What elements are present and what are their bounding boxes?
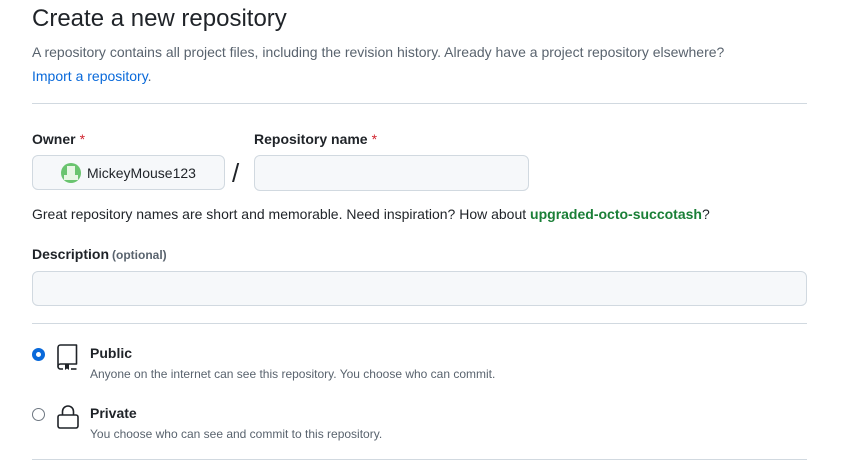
repo-name-hint: Great repository names are short and mem… <box>32 204 710 224</box>
visibility-option-public[interactable]: Public Anyone on the internet can see th… <box>32 343 807 391</box>
name-suggestion-link[interactable]: upgraded-octo-succotash <box>530 206 702 222</box>
repository-name-input[interactable] <box>254 155 529 191</box>
import-repository-link[interactable]: Import a repository <box>32 68 148 84</box>
private-radio[interactable] <box>32 408 45 421</box>
description-label: Description (optional) <box>32 244 167 265</box>
visibility-option-private[interactable]: Private You choose who can see and commi… <box>32 403 807 451</box>
create-repo-page: Create a new repository A repository con… <box>32 0 807 470</box>
owner-repo-separator: / <box>232 158 240 188</box>
page-subtitle: A repository contains all project files,… <box>32 40 807 88</box>
user-avatar-icon <box>61 162 81 183</box>
description-optional-tag: (optional) <box>112 248 167 262</box>
subtitle-period: . <box>147 68 152 84</box>
lock-icon <box>57 405 79 429</box>
private-description: You choose who can see and commit to thi… <box>90 427 383 441</box>
description-input[interactable] <box>32 271 807 306</box>
repo-book-icon <box>57 344 78 370</box>
page-title: Create a new repository <box>32 5 287 32</box>
subtitle-text: A repository contains all project files,… <box>32 44 725 60</box>
repo-name-label-text: Repository name <box>254 131 368 147</box>
owner-value: MickeyMouse123 <box>87 164 196 181</box>
public-description: Anyone on the internet can see this repo… <box>90 367 496 381</box>
public-title: Public <box>90 345 133 361</box>
private-title: Private <box>90 405 137 421</box>
owner-label: Owner * <box>32 129 85 149</box>
divider-middle <box>32 323 807 324</box>
divider-top <box>32 103 807 104</box>
description-label-text: Description <box>32 246 110 262</box>
hint-suffix: ? <box>701 206 710 222</box>
repo-name-required-mark: * <box>371 131 378 147</box>
owner-required-mark: * <box>79 131 86 147</box>
owner-select-button[interactable]: MickeyMouse123 <box>32 155 225 190</box>
public-radio[interactable] <box>32 348 45 361</box>
repo-name-label: Repository name * <box>254 129 377 149</box>
hint-text: Great repository names are short and mem… <box>32 206 531 222</box>
owner-label-text: Owner <box>32 131 76 147</box>
divider-bottom <box>32 459 807 460</box>
